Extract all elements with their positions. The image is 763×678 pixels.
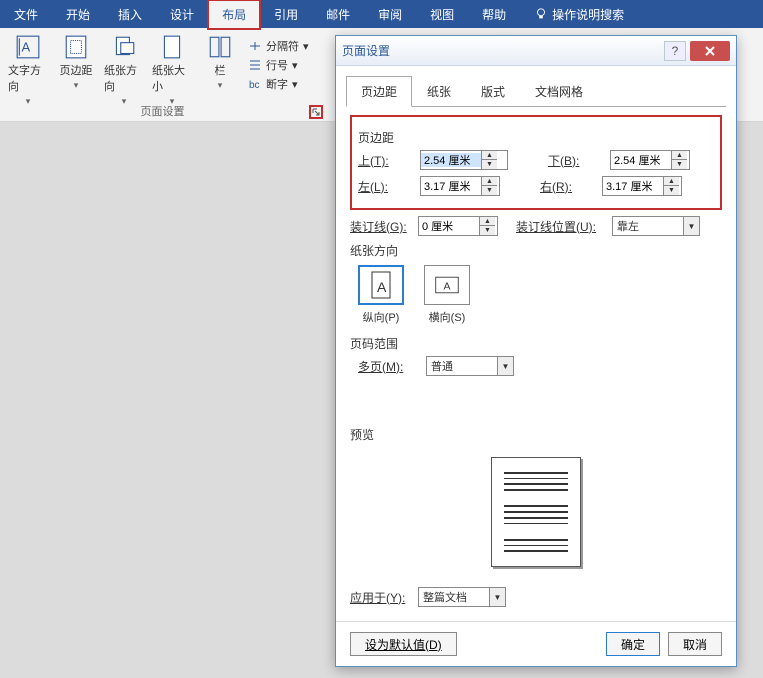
line-numbers-button[interactable]: 行号 ▾ <box>248 57 309 73</box>
pages-section-label: 页码范围 <box>350 335 722 352</box>
gutter-input[interactable]: ▲▼ <box>418 216 498 236</box>
dlg-tab-grid[interactable]: 文档网格 <box>520 76 598 107</box>
gutter-pos-select[interactable]: 靠左▼ <box>612 216 700 236</box>
right-label: 右(R): <box>540 178 596 195</box>
bottom-margin-input[interactable]: ▲▼ <box>610 150 690 170</box>
help-button[interactable]: ? <box>664 41 686 61</box>
chevron-down-icon: ▼ <box>489 588 505 606</box>
dialog-footer: 设为默认值(D) 确定 取消 <box>336 621 736 666</box>
preview-section-label: 预览 <box>350 426 722 443</box>
tab-home[interactable]: 开始 <box>52 0 104 29</box>
breaks-icon <box>248 39 262 53</box>
cancel-button[interactable]: 取消 <box>668 632 722 656</box>
ok-button[interactable]: 确定 <box>606 632 660 656</box>
top-margin-input[interactable]: ▲▼ <box>420 150 508 170</box>
text-direction-button[interactable]: A 文字方向▾ <box>8 34 48 107</box>
bottom-label: 下(B): <box>548 152 604 169</box>
tab-mailings[interactable]: 邮件 <box>312 0 364 29</box>
svg-text:A: A <box>377 279 387 295</box>
columns-button[interactable]: 栏▾ <box>200 34 240 107</box>
text-direction-icon: A <box>15 34 41 60</box>
margins-section-label: 页边距 <box>358 129 714 146</box>
dialog-titlebar: 页面设置 ? <box>336 36 736 66</box>
launcher-icon <box>311 107 321 117</box>
preview-area <box>350 447 722 577</box>
dlg-tab-margins[interactable]: 页边距 <box>346 76 412 107</box>
dialog-title: 页面设置 <box>342 42 664 59</box>
dlg-tab-paper[interactable]: 纸张 <box>412 76 466 107</box>
gutter-label: 装订线(G): <box>350 218 412 235</box>
close-icon <box>704 45 716 57</box>
tell-me-search[interactable]: 操作说明搜索 <box>520 0 638 29</box>
svg-text:A: A <box>444 281 451 292</box>
svg-text:A: A <box>22 39 31 54</box>
portrait-option[interactable]: A 纵向(P) <box>358 265 404 325</box>
left-label: 左(L): <box>358 178 414 195</box>
tab-view[interactable]: 视图 <box>416 0 468 29</box>
multi-pages-select[interactable]: 普通▼ <box>426 356 514 376</box>
hyphenation-icon: bc <box>248 77 262 91</box>
line-numbers-icon <box>248 58 262 72</box>
landscape-icon: A <box>434 270 460 300</box>
margins-highlight-box: 页边距 上(T): ▲▼ 下(B): ▲▼ 左(L): ▲▼ 右(R): ▲▼ <box>350 115 722 210</box>
size-icon <box>159 34 185 60</box>
preview-page-icon <box>491 457 581 567</box>
apply-to-label: 应用于(Y): <box>350 589 412 606</box>
orientation-button[interactable]: 纸张方向▾ <box>104 34 144 107</box>
right-margin-input[interactable]: ▲▼ <box>602 176 682 196</box>
margins-icon <box>63 34 89 60</box>
left-margin-input[interactable]: ▲▼ <box>420 176 500 196</box>
close-button[interactable] <box>690 41 730 61</box>
tab-layout[interactable]: 布局 <box>208 0 260 29</box>
margins-button[interactable]: 页边距▾ <box>56 34 96 107</box>
orientation-icon <box>111 34 137 60</box>
group-label: 页面设置 <box>0 103 325 119</box>
spin-up-icon[interactable]: ▲ <box>482 151 497 160</box>
svg-text:bc: bc <box>249 80 260 91</box>
landscape-option[interactable]: A 横向(S) <box>424 265 470 325</box>
multi-pages-label: 多页(M): <box>358 358 420 375</box>
tab-references[interactable]: 引用 <box>260 0 312 29</box>
gutter-pos-label: 装订线位置(U): <box>516 218 606 235</box>
tab-file[interactable]: 文件 <box>0 0 52 29</box>
spin-down-icon[interactable]: ▼ <box>482 160 497 169</box>
breaks-button[interactable]: 分隔符 ▾ <box>248 38 309 54</box>
group-page-setup: A 文字方向▾ 页边距▾ 纸张方向▾ 纸张大小▾ 栏▾ 分隔符 ▾ 行号 ▾ <box>0 28 325 121</box>
portrait-icon: A <box>368 270 394 300</box>
dlg-tab-layout[interactable]: 版式 <box>466 76 520 107</box>
page-setup-dialog: 页面设置 ? 页边距 纸张 版式 文档网格 页边距 上(T): ▲▼ 下(B):… <box>335 35 737 667</box>
columns-icon <box>207 34 233 60</box>
hyphenation-button[interactable]: bc断字 ▾ <box>248 76 309 92</box>
top-label: 上(T): <box>358 152 414 169</box>
chevron-down-icon: ▼ <box>497 357 513 375</box>
tab-help[interactable]: 帮助 <box>468 0 520 29</box>
size-button[interactable]: 纸张大小▾ <box>152 34 192 107</box>
page-setup-launcher[interactable] <box>309 105 323 119</box>
tab-insert[interactable]: 插入 <box>104 0 156 29</box>
orientation-section-label: 纸张方向 <box>350 242 722 259</box>
chevron-down-icon: ▼ <box>683 217 699 235</box>
tab-review[interactable]: 审阅 <box>364 0 416 29</box>
apply-to-select[interactable]: 整篇文档▼ <box>418 587 506 607</box>
dialog-tabs: 页边距 纸张 版式 文档网格 <box>336 66 736 107</box>
tab-design[interactable]: 设计 <box>156 0 208 29</box>
set-default-button[interactable]: 设为默认值(D) <box>350 632 457 656</box>
ribbon-tabs: 文件 开始 插入 设计 布局 引用 邮件 审阅 视图 帮助 操作说明搜索 <box>0 0 763 28</box>
lightbulb-icon <box>534 7 548 21</box>
